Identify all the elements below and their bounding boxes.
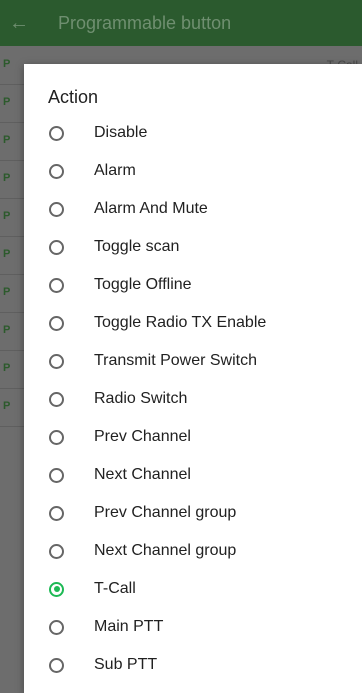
option-label: Radio Switch (94, 390, 188, 407)
radio-button-icon[interactable] (49, 353, 64, 369)
option-toggle-offline[interactable]: Toggle Offline (24, 266, 362, 304)
option-transmit-power-switch[interactable]: Transmit Power Switch (24, 342, 362, 380)
radio-button-icon[interactable] (49, 429, 64, 445)
radio-button-icon[interactable] (49, 163, 64, 179)
option-prev-channel-group[interactable]: Prev Channel group (24, 494, 362, 532)
options-list: Disable Alarm Alarm And Mute Toggle scan… (24, 114, 362, 684)
page-title: Programmable button (58, 12, 232, 33)
row-letter: P (3, 172, 11, 184)
option-label: Toggle Offline (94, 276, 192, 293)
radio-button-icon[interactable] (49, 201, 64, 217)
radio-button-icon[interactable] (49, 657, 64, 673)
radio-button-icon[interactable] (49, 505, 64, 521)
option-alarm[interactable]: Alarm (24, 152, 362, 190)
option-sub-ptt[interactable]: Sub PTT (24, 646, 362, 684)
option-label: Next Channel (94, 466, 191, 483)
row-letter: P (3, 286, 11, 298)
radio-button-icon[interactable] (49, 467, 64, 483)
radio-button-icon[interactable] (49, 277, 64, 293)
option-label: Transmit Power Switch (94, 352, 257, 369)
option-prev-channel[interactable]: Prev Channel (24, 418, 362, 456)
option-label: Sub PTT (94, 656, 158, 673)
option-next-channel[interactable]: Next Channel (24, 456, 362, 494)
option-label: Main PTT (94, 618, 164, 635)
radio-button-checked-icon[interactable] (49, 581, 64, 597)
option-label: Next Channel group (94, 542, 237, 559)
dialog-title: Action (48, 87, 99, 107)
option-label: Prev Channel group (94, 504, 237, 521)
radio-button-icon[interactable] (49, 125, 64, 141)
radio-button-icon[interactable] (49, 391, 64, 407)
radio-button-icon[interactable] (49, 315, 64, 331)
option-disable[interactable]: Disable (24, 114, 362, 152)
action-dialog: Action Disable Alarm Alarm And Mute Togg… (24, 64, 362, 693)
row-letter: P (3, 96, 11, 108)
option-t-call[interactable]: T-Call (24, 570, 362, 608)
option-label: Alarm (94, 162, 136, 179)
radio-button-icon[interactable] (49, 619, 64, 635)
row-letter: P (3, 400, 11, 412)
row-letter: P (3, 58, 11, 70)
radio-button-icon[interactable] (49, 239, 64, 255)
option-main-ptt[interactable]: Main PTT (24, 608, 362, 646)
option-alarm-and-mute[interactable]: Alarm And Mute (24, 190, 362, 228)
option-label: Prev Channel (94, 428, 191, 445)
option-toggle-radio-tx-enable[interactable]: Toggle Radio TX Enable (24, 304, 362, 342)
option-label: Alarm And Mute (94, 200, 208, 217)
option-toggle-scan[interactable]: Toggle scan (24, 228, 362, 266)
row-letter: P (3, 324, 11, 336)
option-label: Toggle Radio TX Enable (94, 314, 267, 331)
option-next-channel-group[interactable]: Next Channel group (24, 532, 362, 570)
app-bar: ← Programmable button (0, 0, 362, 46)
option-radio-switch[interactable]: Radio Switch (24, 380, 362, 418)
row-letter: P (3, 210, 11, 222)
row-letter: P (3, 362, 11, 374)
row-letter: P (3, 248, 11, 260)
option-label: T-Call (94, 580, 136, 597)
row-letter: P (3, 134, 11, 146)
option-label: Toggle scan (94, 238, 180, 255)
option-label: Disable (94, 124, 148, 141)
radio-button-icon[interactable] (49, 543, 64, 559)
arrow-left-icon[interactable]: ← (0, 12, 38, 35)
